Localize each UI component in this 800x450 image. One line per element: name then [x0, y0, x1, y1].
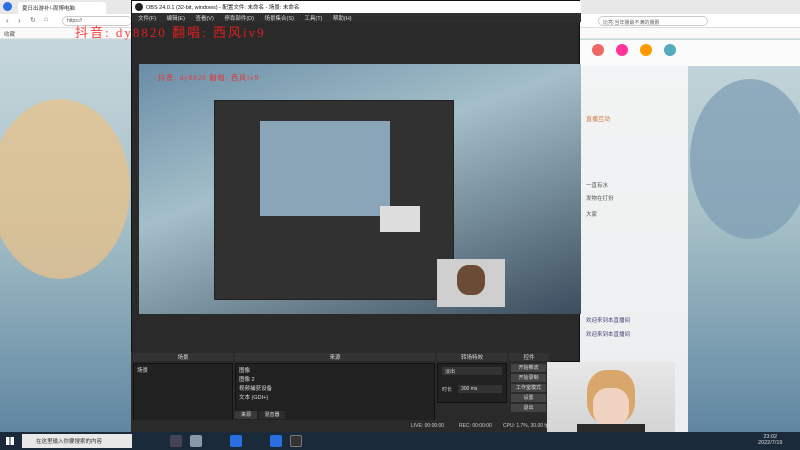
webcam-face [593, 388, 629, 426]
source-item[interactable]: 图像 2 [239, 375, 255, 383]
transitions-dock-title: 转场特效 [437, 353, 507, 361]
gift-icon[interactable] [640, 44, 652, 56]
refresh-icon[interactable]: ↻ [30, 16, 36, 24]
start-streaming-button[interactable]: 开始推流 [511, 364, 546, 372]
bookmark-fav[interactable]: 收藏 [4, 30, 15, 38]
obs-logo-icon [135, 3, 143, 11]
nested-preview [260, 121, 390, 216]
clock: 23:02 2022/7/19 [758, 434, 782, 446]
preview-webcam [437, 259, 505, 307]
browser-tab[interactable]: 夏日出游补!-周博电脑 [18, 2, 106, 14]
studio-mode-button[interactable]: 工作室模式 [511, 384, 546, 392]
anime-artwork-right [690, 79, 800, 239]
menu-help[interactable]: 帮助(H) [333, 16, 352, 22]
sources-dock-title: 来源 [235, 353, 435, 361]
user-toolbar [580, 40, 800, 66]
transitions-panel: 淡出 时长 300 ms [437, 363, 507, 403]
browser-taskbar-icon[interactable] [230, 435, 242, 447]
cpu-status: CPU: 1.7%, 30.00 fps [503, 423, 552, 429]
back-icon[interactable]: ‹ [6, 16, 9, 25]
anime-artwork-left [0, 99, 130, 279]
menu-scene-collection[interactable]: 场景集合(S) [264, 16, 293, 22]
address-search-input[interactable]: 比亮:当年播最不满的播爵 [598, 16, 708, 26]
duration-label: 时长 [442, 387, 453, 393]
home-icon[interactable]: ⌂ [44, 16, 48, 23]
chat-line: 大家 [586, 212, 598, 218]
preview-webcam-face [457, 265, 485, 295]
scene-item[interactable]: 场景 [137, 366, 148, 374]
obs-title: OBS 24.0.1 (32-bit, windows) - 配置文件: 未命名… [146, 5, 300, 11]
watermark: 抖音: dy8820 翻唱: 西风iv9 [75, 25, 266, 40]
watermark-nested: 抖音: dy8820 翻唱: 西风iv9 [158, 74, 260, 82]
transition-select[interactable]: 淡出 [442, 367, 502, 375]
notification-icon[interactable] [592, 44, 604, 56]
obs-titlebar: OBS 24.0.1 (32-bit, windows) - 配置文件: 未命名… [132, 1, 581, 13]
obs-menubar: 文件(F) 编辑(E) 查看(V) 停靠部件(D) 场景集合(S) 工具(T) … [132, 13, 581, 22]
chat-line: 一直有水 [586, 183, 609, 189]
chat-header: 直播互动 [586, 117, 611, 123]
taskbar-search-input[interactable]: 在这里输入你要搜索的内容 [22, 434, 132, 448]
menu-tools[interactable]: 工具(T) [304, 16, 322, 22]
obs-preview[interactable] [139, 64, 581, 314]
rec-timer: REC: 00:00:00 [459, 423, 492, 429]
favorite-icon[interactable] [616, 44, 628, 56]
obs-window: OBS 24.0.1 (32-bit, windows) - 配置文件: 未命名… [131, 0, 581, 362]
obs-statusbar: LIVE: 00:00:00 REC: 00:00:00 CPU: 1.7%, … [131, 420, 580, 432]
duration-input[interactable]: 300 ms [458, 385, 502, 393]
controls-dock-title: 控件 [509, 353, 549, 361]
user-avatar[interactable] [664, 44, 676, 56]
chat-line: 欢迎来到本直播间 [586, 332, 631, 338]
chat-line: 欢迎来到本直播间 [586, 318, 631, 324]
source-item[interactable]: 图像 [239, 366, 250, 374]
windows-start-icon[interactable] [6, 437, 14, 445]
tab-mixer[interactable]: 混音器 [259, 411, 285, 419]
tab-sources[interactable]: 来源 [235, 411, 257, 419]
exit-button[interactable]: 退出 [511, 404, 546, 412]
app-icon[interactable] [270, 435, 282, 447]
settings-button[interactable]: 设置 [511, 394, 546, 402]
browser-tab-title: 夏日出游补!-周博电脑 [22, 6, 75, 12]
source-item[interactable]: 文本 (GDI+) [239, 393, 268, 401]
chat-line: 发物在打扮 [586, 196, 614, 202]
scenes-dock-title: 场景 [133, 353, 233, 361]
obs-taskbar-icon[interactable] [290, 435, 302, 447]
forward-icon[interactable]: › [18, 16, 21, 25]
clock-date: 2022/7/19 [758, 440, 783, 446]
browser-logo-icon [3, 2, 12, 11]
live-timer: LIVE: 00:00:00 [411, 423, 445, 429]
task-view-icon[interactable] [170, 435, 182, 447]
start-recording-button[interactable]: 开始录制 [511, 374, 546, 382]
app-icon[interactable] [190, 435, 202, 447]
nested-webcam [380, 206, 420, 232]
nested-obs-capture [214, 100, 454, 300]
source-item[interactable]: 视频捕获设备 [239, 384, 272, 392]
scenes-list[interactable]: 场景 [133, 363, 233, 421]
